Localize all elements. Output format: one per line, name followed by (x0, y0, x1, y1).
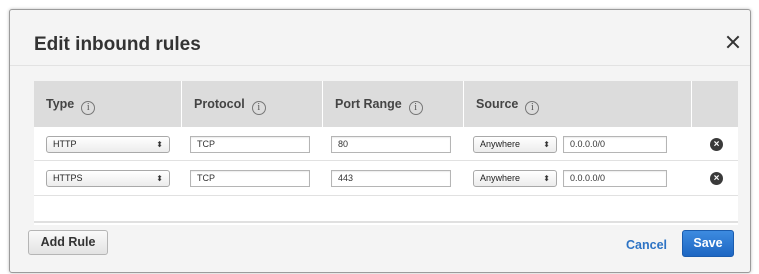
column-label-protocol: Protocol (194, 97, 245, 111)
port-range-field[interactable]: 80 (331, 136, 451, 153)
info-icon[interactable]: i (525, 101, 540, 115)
source-cidr-field[interactable]: 0.0.0.0/0 (563, 170, 667, 187)
protocol-field[interactable]: TCP (190, 170, 310, 187)
footer-divider (34, 221, 738, 223)
select-arrows-icon: ⬍ (543, 174, 550, 183)
remove-circle-icon[interactable]: × (710, 172, 723, 185)
source-select[interactable]: Anywhere ⬍ (473, 170, 557, 187)
port-range-field[interactable]: 443 (331, 170, 451, 187)
info-icon[interactable]: i (251, 101, 266, 115)
select-arrows-icon: ⬍ (156, 174, 163, 183)
column-header-port-range: Port Range i (323, 81, 464, 127)
type-select[interactable]: HTTPS ⬍ (46, 170, 170, 187)
select-arrows-icon: ⬍ (156, 140, 163, 149)
table-row: HTTPS ⬍ TCP 443 Anywhere ⬍ 0.0.0.0/0 × (34, 162, 738, 196)
source-cidr-field[interactable]: 0.0.0.0/0 (563, 136, 667, 153)
column-label-source: Source (476, 97, 519, 111)
source-select[interactable]: Anywhere ⬍ (473, 136, 557, 153)
rules-table: Type i Protocol i Port Range i Source i HTTP… (34, 81, 738, 225)
dialog-title: Edit inbound rules (34, 34, 201, 55)
add-rule-button[interactable]: Add Rule (28, 230, 108, 255)
cancel-button[interactable]: Cancel (626, 238, 667, 252)
info-icon[interactable]: i (81, 101, 96, 115)
column-label-type: Type (46, 97, 75, 111)
info-icon[interactable]: i (408, 101, 423, 115)
table-header: Type i Protocol i Port Range i Source i (34, 81, 738, 127)
column-header-type: Type i (34, 81, 182, 127)
column-label-port-range: Port Range (335, 97, 402, 111)
edit-inbound-rules-dialog: Edit inbound rules Type i Protocol i Port … (9, 9, 751, 273)
dialog-header: Edit inbound rules (10, 10, 750, 66)
source-select-value: Anywhere (480, 139, 521, 149)
column-header-source: Source i (464, 81, 692, 127)
remove-circle-icon[interactable]: × (710, 138, 723, 151)
column-header-actions (692, 81, 738, 127)
type-select[interactable]: HTTP ⬍ (46, 136, 170, 153)
save-button[interactable]: Save (682, 230, 734, 257)
source-select-value: Anywhere (480, 173, 521, 183)
select-arrows-icon: ⬍ (543, 140, 550, 149)
column-header-protocol: Protocol i (182, 81, 323, 127)
table-row: HTTP ⬍ TCP 80 Anywhere ⬍ 0.0.0.0/0 × (34, 127, 738, 161)
protocol-field[interactable]: TCP (190, 136, 310, 153)
close-icon[interactable] (725, 34, 741, 50)
type-select-value: HTTPS (53, 173, 83, 183)
type-select-value: HTTP (53, 139, 77, 149)
